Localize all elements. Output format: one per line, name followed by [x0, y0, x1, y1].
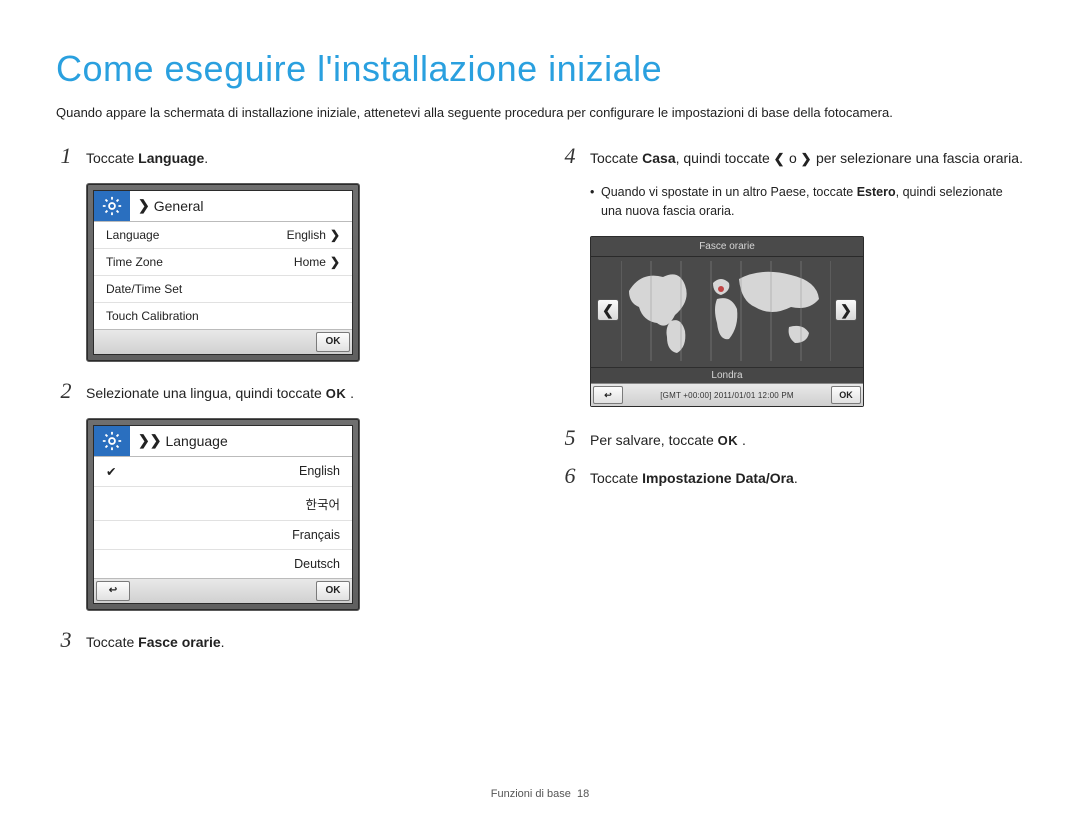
step-text: Toccate Impostazione Data/Ora.: [590, 465, 798, 489]
chevron-right-icon: ❯: [330, 228, 340, 242]
right-column: 4 Toccate Casa, quindi toccate ❮ o ❯ per…: [560, 145, 1024, 667]
menu-item-label: Date/Time Set: [106, 282, 182, 296]
ok-button[interactable]: OK: [831, 386, 861, 404]
step-number: 1: [56, 145, 76, 167]
gmt-label: [GMT +00:00] 2011/01/01 12:00 PM: [660, 391, 794, 400]
intro-text: Quando appare la schermata di installazi…: [56, 104, 1024, 123]
screen-header: ❯❯ Language: [94, 426, 352, 457]
footer-page-number: 18: [577, 788, 589, 800]
step-number: 3: [56, 629, 76, 651]
footer-section: Funzioni di base: [491, 788, 571, 800]
back-button[interactable]: ↩: [593, 386, 623, 404]
city-label: Londra: [591, 367, 863, 383]
language-list: ✔ English 한국어 Français: [94, 457, 352, 578]
world-map-area: ❮ ❯: [591, 257, 863, 367]
language-label: English: [299, 464, 340, 478]
menu-list: Language English ❯ Time Zone Home ❯ Date/T…: [94, 222, 352, 329]
bullet-icon: •: [590, 183, 601, 221]
language-option-korean[interactable]: 한국어: [94, 487, 352, 521]
step-number: 4: [560, 145, 580, 167]
gear-icon: [94, 426, 130, 456]
language-option-german[interactable]: Deutsch: [94, 550, 352, 578]
gear-icon: [94, 191, 130, 221]
menu-item-label: Language: [106, 228, 159, 242]
arrow-right-icon: ❯: [801, 151, 812, 166]
world-map-icon: [621, 261, 831, 361]
language-label: 한국어: [305, 494, 340, 513]
step-text: Toccate Casa, quindi toccate ❮ o ❯ per s…: [590, 145, 1023, 169]
camera-screen-timezone: Fasce orarie: [590, 236, 864, 407]
step-text: Toccate Fasce orarie.: [86, 629, 225, 653]
chevron-right-icon: ❯: [138, 197, 150, 214]
breadcrumb: ❯ General: [130, 197, 212, 214]
step-text: Toccate Language.: [86, 145, 208, 169]
step-2: 2 Selezionate una lingua, quindi toccate…: [56, 380, 520, 404]
step-1: 1 Toccate Language.: [56, 145, 520, 169]
breadcrumb-label: Language: [165, 433, 227, 449]
footer-bar: ↩ OK: [94, 578, 352, 603]
page-title: Come eseguire l'installazione iniziale: [56, 48, 1024, 90]
timezone-next-button[interactable]: ❯: [835, 299, 857, 321]
page: Come eseguire l'installazione iniziale Q…: [0, 0, 1080, 667]
ok-glyph: OK: [326, 386, 347, 401]
step-number: 6: [560, 465, 580, 487]
menu-item-value: English: [287, 228, 326, 242]
ok-button[interactable]: OK: [316, 332, 350, 352]
footer-bar: OK: [94, 329, 352, 354]
check-icon: ✔: [106, 464, 116, 479]
columns: 1 Toccate Language. ❯ General: [56, 145, 1024, 667]
step-text: Selezionate una lingua, quindi toccate O…: [86, 380, 354, 404]
step-text: Per salvare, toccate OK .: [590, 427, 746, 451]
breadcrumb: ❯❯ Language: [130, 432, 236, 449]
page-footer: Funzioni di base 18: [0, 788, 1080, 800]
footer-bar: ↩ [GMT +00:00] 2011/01/01 12:00 PM OK: [591, 383, 863, 406]
breadcrumb-label: General: [154, 198, 204, 214]
menu-item-label: Time Zone: [106, 255, 163, 269]
language-option-english[interactable]: ✔ English: [94, 457, 352, 487]
language-label: Français: [292, 528, 340, 542]
step-6: 6 Toccate Impostazione Data/Ora.: [560, 465, 1024, 489]
step-3: 3 Toccate Fasce orarie.: [56, 629, 520, 653]
menu-item-language[interactable]: Language English ❯: [94, 222, 352, 249]
chevron-right-icon: ❯❯: [138, 432, 161, 449]
step-number: 5: [560, 427, 580, 449]
language-option-french[interactable]: Français: [94, 521, 352, 550]
screen-header: ❯ General: [94, 191, 352, 222]
menu-item-value: Home: [294, 255, 326, 269]
language-label: Deutsch: [294, 557, 340, 571]
screen-title: Fasce orarie: [591, 237, 863, 257]
step-4-substep: • Quando vi spostate in un altro Paese, …: [590, 183, 1024, 221]
camera-screen-language: ❯❯ Language ✔ English 한국어: [86, 418, 360, 611]
city-marker-icon: [718, 286, 724, 292]
step-5: 5 Per salvare, toccate OK .: [560, 427, 1024, 451]
chevron-right-icon: ❯: [330, 255, 340, 269]
menu-item-datetime[interactable]: Date/Time Set: [94, 276, 352, 303]
menu-item-touch-calibration[interactable]: Touch Calibration: [94, 303, 352, 329]
arrow-left-icon: ❮: [774, 151, 785, 166]
ok-glyph: OK: [718, 433, 739, 448]
step-number: 2: [56, 380, 76, 402]
ok-button[interactable]: OK: [316, 581, 350, 601]
timezone-prev-button[interactable]: ❮: [597, 299, 619, 321]
menu-item-timezone[interactable]: Time Zone Home ❯: [94, 249, 352, 276]
left-column: 1 Toccate Language. ❯ General: [56, 145, 520, 667]
back-button[interactable]: ↩: [96, 581, 130, 601]
camera-screen-general: ❯ General Language English ❯ Time Zone Ho…: [86, 183, 360, 362]
step-4: 4 Toccate Casa, quindi toccate ❮ o ❯ per…: [560, 145, 1024, 169]
menu-item-label: Touch Calibration: [106, 309, 199, 323]
